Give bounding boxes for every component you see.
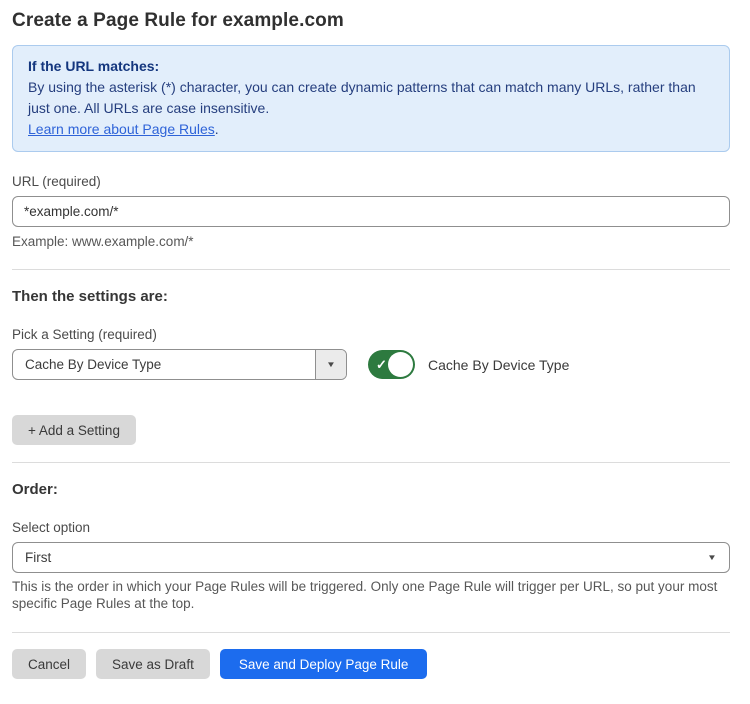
order-section-heading: Order: (12, 481, 730, 498)
url-match-info-box: If the URL matches: By using the asteris… (12, 45, 730, 152)
order-select[interactable]: First ▼ (12, 542, 730, 573)
create-page-rule-form: Create a Page Rule for example.com If th… (0, 0, 750, 704)
order-select-value: First (13, 550, 63, 565)
divider (12, 462, 730, 463)
setting-select-arrow-button[interactable]: ▼ (315, 350, 346, 379)
learn-more-link[interactable]: Learn more about Page Rules (28, 121, 215, 137)
order-helper-text: This is the order in which your Page Rul… (12, 578, 730, 612)
check-icon: ✓ (376, 358, 387, 371)
chevron-down-icon: ▼ (326, 361, 336, 369)
setting-toggle[interactable]: ✓ (368, 350, 415, 379)
save-deploy-button[interactable]: Save and Deploy Page Rule (220, 649, 428, 679)
cancel-button[interactable]: Cancel (12, 649, 86, 679)
divider (12, 269, 730, 270)
link-period: . (215, 121, 219, 137)
form-actions: Cancel Save as Draft Save and Deploy Pag… (12, 649, 730, 704)
setting-row: Cache By Device Type ▼ ✓ Cache By Device… (12, 349, 730, 380)
info-box-heading: If the URL matches: (28, 56, 714, 77)
save-draft-button[interactable]: Save as Draft (96, 649, 210, 679)
toggle-knob (388, 352, 413, 377)
settings-section-heading: Then the settings are: (12, 288, 730, 305)
pick-setting-label: Pick a Setting (required) (12, 327, 730, 342)
page-title: Create a Page Rule for example.com (12, 10, 730, 32)
divider (12, 632, 730, 633)
setting-select-value: Cache By Device Type (13, 357, 173, 372)
setting-select[interactable]: Cache By Device Type ▼ (12, 349, 347, 380)
select-option-label: Select option (12, 520, 730, 535)
add-setting-button[interactable]: + Add a Setting (12, 415, 136, 445)
url-example-helper: Example: www.example.com/* (12, 234, 730, 249)
info-box-body: By using the asterisk (*) character, you… (28, 77, 714, 119)
url-input[interactable] (12, 196, 730, 227)
url-label: URL (required) (12, 174, 730, 189)
info-box-link-line: Learn more about Page Rules. (28, 119, 714, 140)
setting-toggle-label: Cache By Device Type (428, 357, 569, 373)
chevron-down-icon: ▼ (707, 554, 717, 562)
